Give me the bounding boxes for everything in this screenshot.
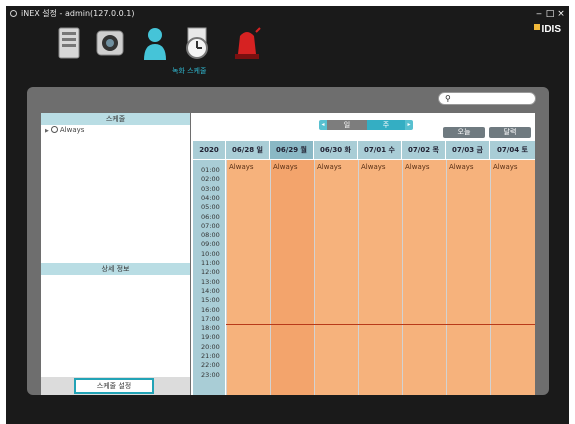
view-switcher: ◂ 일 주 ▸ — [319, 120, 413, 130]
time-label: 20:00 — [201, 342, 220, 351]
day-header[interactable]: 07/03 금 — [446, 141, 489, 159]
time-label: 01:00 — [201, 166, 220, 174]
time-label: 02:00 — [201, 175, 220, 184]
system-icon[interactable] — [54, 26, 84, 60]
schedule-entry[interactable]: Always — [449, 163, 474, 171]
day-column[interactable]: Always — [226, 160, 270, 395]
time-label: 05:00 — [201, 203, 220, 212]
time-label: 08:00 — [201, 231, 220, 240]
expand-arrow-icon[interactable]: ▶ — [45, 128, 49, 134]
logo-text: IDIS — [541, 24, 561, 35]
clock-icon — [50, 126, 58, 133]
day-column[interactable]: Always — [314, 160, 358, 395]
time-label: 03:00 — [201, 184, 220, 193]
day-header[interactable]: 07/04 토 — [490, 141, 535, 159]
day-column[interactable]: Always — [270, 160, 314, 395]
time-label: 17:00 — [201, 314, 220, 323]
time-label: 23:00 — [201, 370, 220, 379]
close-button[interactable]: × — [556, 6, 566, 22]
schedule-entry[interactable]: Always — [493, 163, 518, 171]
title-bar: iNEX 설정 - admin(127.0.0.1) ‒ □ × — [6, 6, 569, 22]
camera-icon[interactable] — [95, 26, 125, 60]
time-label: 07:00 — [201, 221, 220, 230]
time-label: 13:00 — [201, 277, 220, 286]
today-button[interactable]: 오늘 — [443, 127, 485, 138]
tab-week[interactable]: 일 — [327, 120, 367, 130]
time-label: 10:00 — [201, 249, 220, 258]
day-header[interactable]: 07/02 목 — [402, 141, 445, 159]
next-arrow-icon[interactable]: ▸ — [405, 120, 413, 130]
schedule-entry[interactable]: Always — [361, 163, 386, 171]
time-label: 14:00 — [201, 286, 220, 295]
schedule-grid: 2020 06/28 일 06/29 월 06/30 화 07/01 수 07/… — [193, 141, 535, 395]
day-header[interactable]: 06/30 화 — [314, 141, 357, 159]
schedule-entry[interactable]: Always — [229, 163, 254, 171]
time-label: 22:00 — [201, 361, 220, 370]
time-label: 18:00 — [201, 324, 220, 333]
time-label: 11:00 — [201, 259, 220, 267]
day-column[interactable]: Always — [358, 160, 402, 395]
tree-item-always[interactable]: ▶ Always — [45, 126, 84, 134]
time-column: 01:00 02:00 03:00 04:00 05:00 06:00 07:0… — [193, 160, 225, 395]
time-label: 09:00 — [201, 240, 220, 249]
left-footer: 스케줄 설정 — [41, 377, 190, 395]
day-header[interactable]: 06/29 월 — [270, 141, 313, 159]
search-icon: ⚲ — [445, 94, 451, 103]
left-panel: 스케줄 ▶ Always 상세 정보 스케줄 설정 — [41, 113, 190, 395]
minimize-button[interactable]: ‒ — [534, 6, 544, 22]
window-title: iNEX 설정 - admin(127.0.0.1) — [21, 9, 135, 18]
detail-header: 상세 정보 — [41, 263, 190, 275]
time-label: 12:00 — [201, 268, 220, 277]
idis-logo: IDIS — [533, 24, 561, 35]
schedule-entry[interactable]: Always — [273, 163, 298, 171]
active-menu-label: 녹화 스케줄 — [172, 67, 207, 75]
time-label: 21:00 — [201, 352, 220, 360]
schedule-entry[interactable]: Always — [317, 163, 342, 171]
prev-arrow-icon[interactable]: ◂ — [319, 120, 327, 130]
current-time-line — [226, 324, 535, 325]
alarm-event-icon[interactable] — [232, 26, 262, 60]
day-column[interactable]: Always — [402, 160, 446, 395]
year-header: 2020 — [193, 141, 225, 159]
app-icon — [10, 10, 17, 17]
day-column[interactable]: Always — [446, 160, 490, 395]
user-icon[interactable] — [140, 26, 170, 60]
schedule-settings-button[interactable]: 스케줄 설정 — [74, 378, 154, 394]
schedule-entry[interactable]: Always — [405, 163, 430, 171]
search-input[interactable]: ⚲ — [438, 92, 536, 105]
tab-day[interactable]: 주 — [367, 120, 405, 130]
day-column[interactable]: Always — [490, 160, 535, 395]
day-header[interactable]: 07/01 수 — [358, 141, 401, 159]
time-label: 15:00 — [201, 296, 220, 305]
schedule-panel: ◂ 일 주 ▸ 오늘 달력 2020 06/28 일 06/29 월 06/30… — [191, 113, 535, 395]
time-label: 06:00 — [201, 212, 220, 221]
recording-schedule-icon[interactable] — [182, 26, 212, 60]
maximize-button[interactable]: □ — [545, 6, 555, 22]
schedule-header: 스케줄 — [41, 113, 190, 125]
time-label: 04:00 — [201, 193, 220, 202]
tree-item-label: Always — [59, 126, 85, 134]
time-label: 16:00 — [201, 305, 220, 314]
day-header[interactable]: 06/28 일 — [226, 141, 269, 159]
calendar-button[interactable]: 달력 — [489, 127, 531, 138]
time-label: 19:00 — [201, 333, 220, 342]
